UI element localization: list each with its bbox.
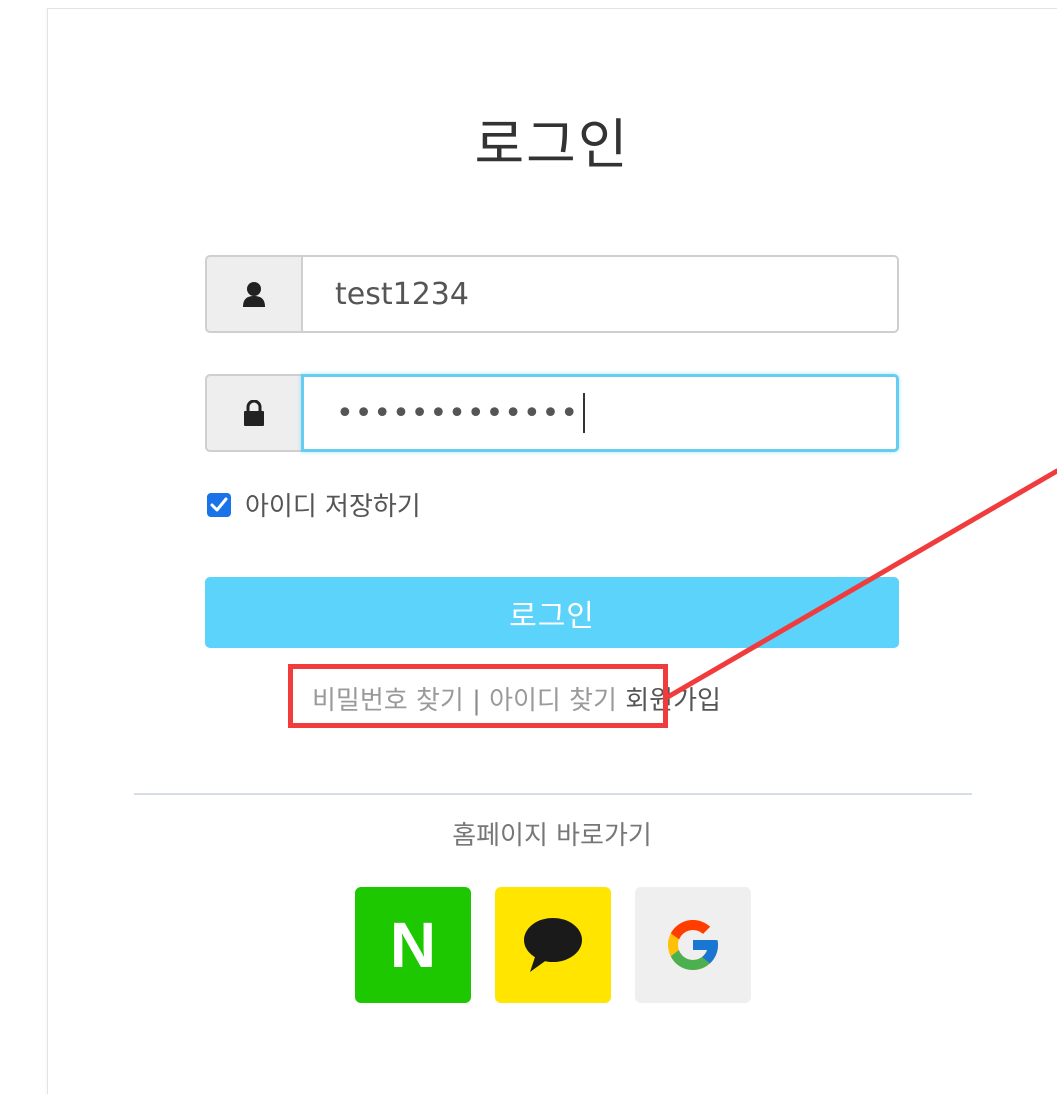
- lock-icon: [244, 400, 264, 426]
- username-group: test1234: [205, 255, 899, 333]
- section-divider: [134, 793, 972, 795]
- remember-id-label: 아이디 저장하기: [245, 492, 421, 522]
- page-title: 로그인: [474, 113, 630, 176]
- password-masked-value: •••••••••••••: [336, 395, 580, 431]
- username-value: test1234: [335, 276, 469, 312]
- login-page: 로그인 test1234 ••••••••••••• 아이디 저장하기 로그인 …: [0, 0, 1057, 1094]
- kakao-login-button[interactable]: [495, 887, 611, 1003]
- password-input[interactable]: •••••••••••••: [301, 374, 899, 452]
- user-icon: [243, 282, 265, 307]
- password-group: •••••••••••••: [205, 374, 899, 452]
- login-button-label: 로그인: [509, 598, 595, 634]
- naver-icon: N: [389, 909, 437, 981]
- password-addon: [205, 374, 301, 452]
- kakao-chat-icon: [524, 918, 582, 972]
- username-input[interactable]: test1234: [301, 255, 899, 333]
- remember-id-row[interactable]: 아이디 저장하기: [207, 486, 421, 523]
- google-icon: [668, 920, 718, 970]
- annotation-highlight-box: [288, 664, 668, 728]
- text-caret: [583, 393, 586, 433]
- google-login-button[interactable]: [635, 887, 751, 1003]
- login-button[interactable]: 로그인: [205, 577, 899, 648]
- check-icon: [210, 497, 228, 511]
- naver-login-button[interactable]: N: [355, 887, 471, 1003]
- homepage-shortcut-label: 홈페이지 바로가기: [452, 821, 652, 851]
- username-addon: [205, 255, 301, 333]
- remember-id-checkbox[interactable]: [207, 492, 231, 517]
